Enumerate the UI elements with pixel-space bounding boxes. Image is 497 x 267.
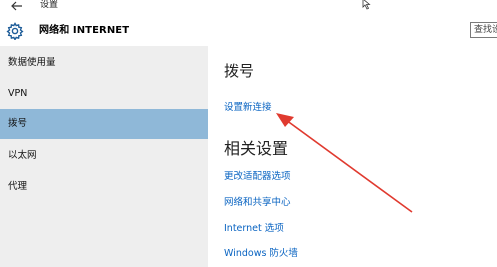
settings-header: 网络和 INTERNET [0, 14, 497, 46]
back-arrow-icon [11, 1, 22, 11]
sidebar-item-dialup[interactable]: 拨号 [0, 109, 208, 139]
back-button[interactable] [10, 0, 24, 13]
sidebar: 数据使用量 VPN 拨号 以太网 代理 [0, 46, 208, 267]
sidebar-item-proxy[interactable]: 代理 [0, 172, 208, 202]
page-title: 网络和 INTERNET [39, 25, 130, 36]
search-input[interactable]: 查找设置 [470, 22, 497, 38]
setup-new-connection-link[interactable]: 设置新连接 [224, 102, 272, 114]
gear-icon [6, 22, 24, 40]
window-title: 设置 [40, 0, 59, 10]
sidebar-item-data-usage[interactable]: 数据使用量 [0, 48, 208, 78]
section-heading-dialup: 拨号 [224, 62, 255, 80]
sidebar-item-ethernet[interactable]: 以太网 [0, 141, 208, 171]
related-link-network-sharing-center[interactable]: 网络和共享中心 [224, 197, 291, 209]
related-link-internet-options[interactable]: Internet 选项 [224, 223, 284, 235]
related-settings-heading: 相关设置 [224, 139, 289, 158]
title-bar: 设置 [0, 0, 497, 14]
mouse-cursor-icon [362, 0, 371, 10]
related-link-windows-firewall[interactable]: Windows 防火墙 [224, 248, 298, 260]
sidebar-item-vpn[interactable]: VPN [0, 79, 208, 109]
related-link-adapter-options[interactable]: 更改适配器选项 [224, 171, 291, 183]
